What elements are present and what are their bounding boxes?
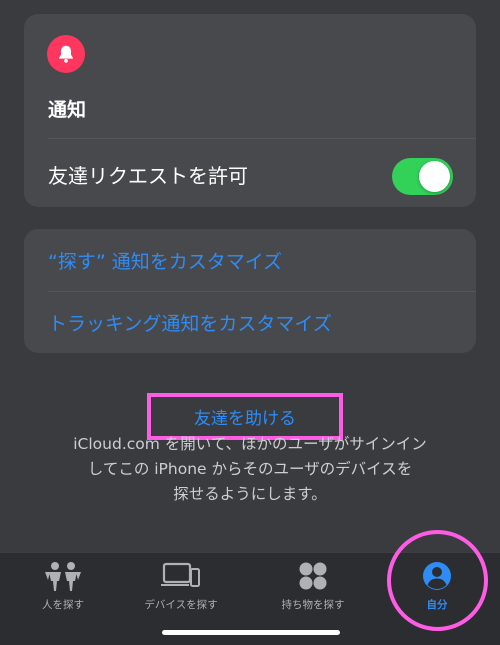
home-indicator[interactable] <box>162 630 340 635</box>
me-tab-highlight <box>387 530 488 631</box>
tab-devices[interactable]: デバイスを探す <box>126 559 236 619</box>
help-friend-description: iCloud.com を開いて、ほかのユーザがサインイン してこの iPhone… <box>73 435 427 503</box>
tab-people-label: 人を探す <box>42 599 84 611</box>
allow-friend-requests-toggle[interactable] <box>392 158 453 195</box>
customize-find-my-notifications-link[interactable]: “探す” 通知をカスタマイズ <box>48 247 476 274</box>
tab-items[interactable]: 持ち物を探す <box>258 559 368 619</box>
tab-devices-label: デバイスを探す <box>144 599 218 611</box>
notifications-title: 通知 <box>48 99 87 121</box>
help-friend-button[interactable]: 友達を助ける <box>151 397 339 436</box>
divider <box>48 138 476 139</box>
customize-tracking-notifications-link[interactable]: トラッキング通知をカスタマイズ <box>48 309 476 336</box>
bell-icon <box>47 35 85 73</box>
people-icon <box>43 559 83 593</box>
tab-people[interactable]: 人を探す <box>8 559 118 619</box>
allow-friend-requests-label: 友達リクエストを許可 <box>48 164 248 188</box>
items-icon <box>293 559 333 593</box>
devices-icon <box>161 559 201 593</box>
tab-items-label: 持ち物を探す <box>281 599 345 611</box>
divider <box>48 291 476 292</box>
customize-card: “探す” 通知をカスタマイズ トラッキング通知をカスタマイズ <box>24 229 476 353</box>
toggle-knob <box>419 161 450 192</box>
